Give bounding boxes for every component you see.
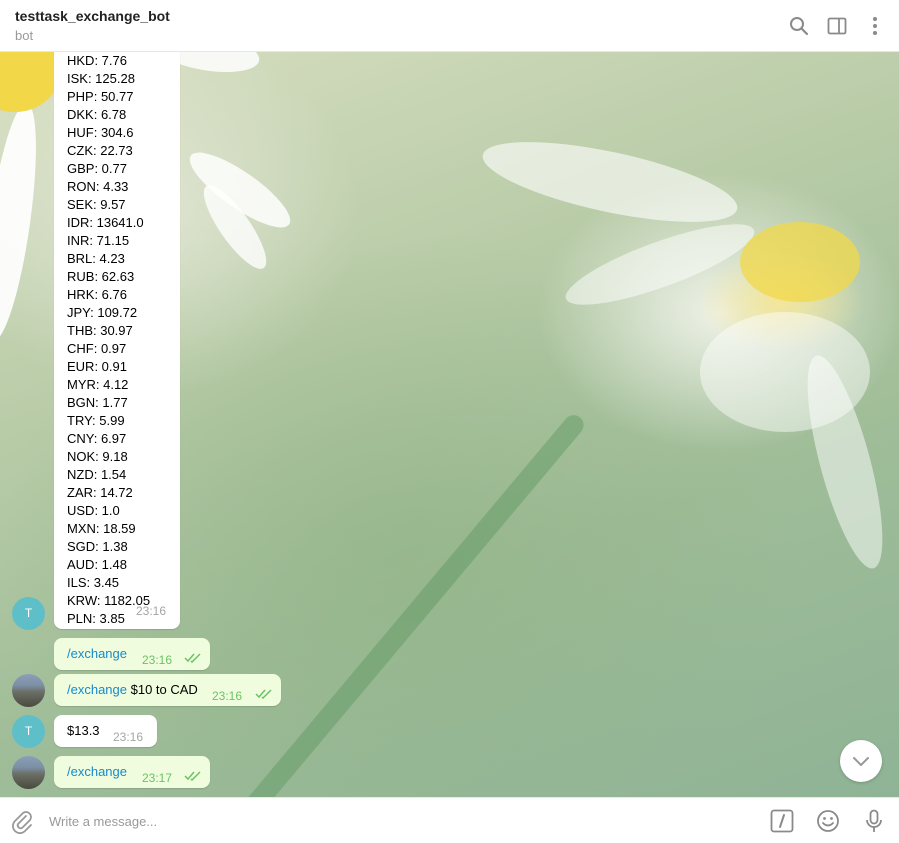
chevron-down-icon xyxy=(853,757,869,766)
user-avatar[interactable] xyxy=(12,756,45,789)
message-time: 23:17 xyxy=(142,771,173,785)
bot-commands-icon[interactable] xyxy=(769,808,795,834)
rate-line: INR: 71.15 xyxy=(67,233,130,248)
rate-line: ISK: 125.28 xyxy=(67,71,135,86)
rate-line: EUR: 0.91 xyxy=(67,359,127,374)
rate-line: NZD: 1.54 xyxy=(67,467,127,482)
rate-line: HRK: 6.76 xyxy=(67,287,127,302)
user-avatar[interactable] xyxy=(12,674,45,707)
rates-message: HKD: 7.76 ISK: 125.28 PHP: 50.77 DKK: 6.78 H… xyxy=(54,52,180,629)
message-input[interactable] xyxy=(47,809,751,833)
rate-line: RON: 4.33 xyxy=(67,179,129,194)
message-time: 23:16 xyxy=(212,689,243,703)
sidebar-toggle-icon[interactable] xyxy=(825,14,849,38)
search-icon[interactable] xyxy=(787,14,811,38)
rate-line: PHP: 50.77 xyxy=(67,89,134,104)
read-ticks-icon xyxy=(184,653,201,663)
rate-line: RUB: 62.63 xyxy=(67,269,135,284)
outgoing-message: /exchange 23:16 xyxy=(54,638,210,670)
outgoing-message: /exchange $10 to CAD 23:16 xyxy=(54,674,281,706)
rate-line: AUD: 1.48 xyxy=(67,557,127,572)
rate-line: TRY: 5.99 xyxy=(67,413,125,428)
chat-title[interactable]: testtask_exchange_bot xyxy=(15,8,170,24)
rate-line: IDR: 13641.0 xyxy=(67,215,144,230)
rate-line: MXN: 18.59 xyxy=(67,521,136,536)
rate-line: NOK: 9.18 xyxy=(67,449,128,464)
bot-command-link[interactable]: /exchange xyxy=(67,645,127,663)
scroll-to-bottom-button[interactable] xyxy=(840,740,882,782)
bot-avatar[interactable]: T xyxy=(12,715,45,748)
rate-line: BGN: 1.77 xyxy=(67,395,128,410)
outgoing-message: /exchange 23:17 xyxy=(54,756,210,788)
rate-line: HKD: 7.76 xyxy=(67,53,127,68)
emoji-icon[interactable] xyxy=(815,808,841,834)
microphone-icon[interactable] xyxy=(861,808,887,834)
incoming-message: $13.3 23:16 xyxy=(54,715,157,747)
rate-line: MYR: 4.12 xyxy=(67,377,129,392)
rate-line: CNY: 6.97 xyxy=(67,431,127,446)
chat-history[interactable]: HKD: 7.76 ISK: 125.28 PHP: 50.77 DKK: 6.78 H… xyxy=(0,52,899,797)
chat-header: testtask_exchange_bot bot xyxy=(0,0,899,52)
rate-line: CZK: 22.73 xyxy=(67,143,133,158)
read-ticks-icon xyxy=(255,689,272,699)
chat-subtitle: bot xyxy=(15,28,34,43)
rate-line: CHF: 0.97 xyxy=(67,341,127,356)
message-text: /exchange $10 to CAD xyxy=(67,682,198,697)
rate-line: SEK: 9.57 xyxy=(67,197,126,212)
bot-command-link[interactable]: /exchange xyxy=(67,682,127,697)
rate-line: SGD: 1.38 xyxy=(67,539,128,554)
rate-line: ILS: 3.45 xyxy=(67,575,120,590)
rate-line: USD: 1.0 xyxy=(67,503,120,518)
attach-icon[interactable] xyxy=(9,808,35,834)
message-composer xyxy=(0,797,899,843)
rate-line: ZAR: 14.72 xyxy=(67,485,133,500)
rate-line: THB: 30.97 xyxy=(67,323,133,338)
rate-line: BRL: 4.23 xyxy=(67,251,125,266)
message-text: $13.3 xyxy=(67,723,100,738)
rates-list: HKD: 7.76 ISK: 125.28 PHP: 50.77 DKK: 6.78 H… xyxy=(67,52,167,628)
bot-command-link[interactable]: /exchange xyxy=(67,763,127,781)
rate-line: HUF: 304.6 xyxy=(67,125,134,140)
message-time: 23:16 xyxy=(136,604,167,618)
message-time: 23:16 xyxy=(113,730,144,744)
rate-line: GBP: 0.77 xyxy=(67,161,127,176)
read-ticks-icon xyxy=(184,771,201,781)
rate-line: DKK: 6.78 xyxy=(67,107,127,122)
rate-line: JPY: 109.72 xyxy=(67,305,138,320)
bot-avatar[interactable]: T xyxy=(12,597,45,630)
more-vertical-icon[interactable] xyxy=(863,14,887,38)
message-time: 23:16 xyxy=(142,653,173,667)
